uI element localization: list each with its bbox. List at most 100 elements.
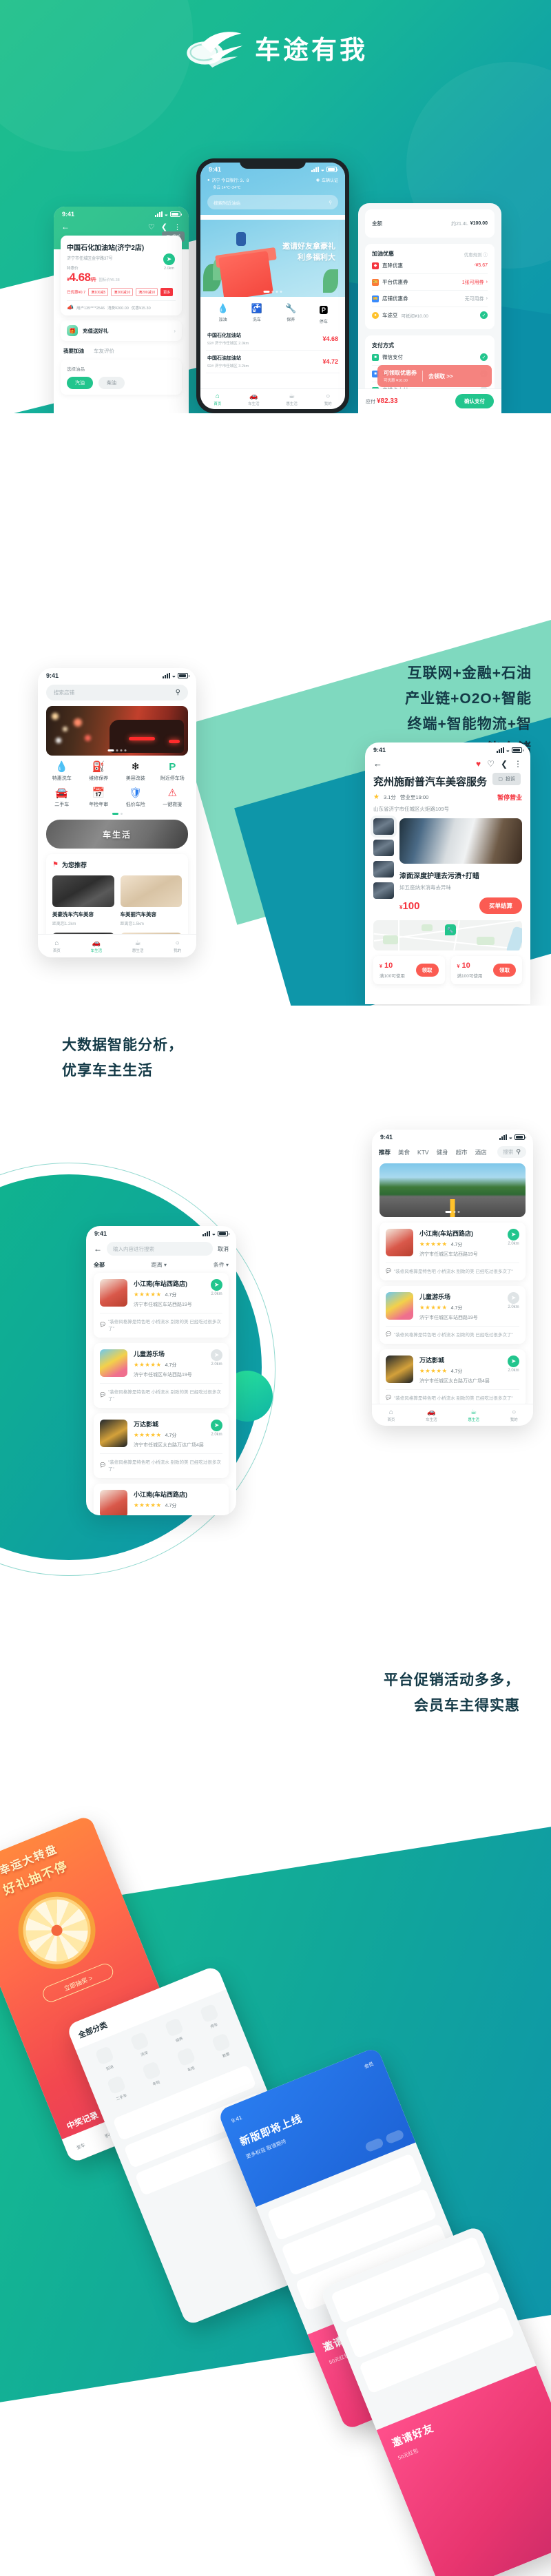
service-parking[interactable]: P 附近停车场 (154, 762, 191, 782)
product-image[interactable] (399, 818, 522, 864)
list-item[interactable]: 万达影城 ★★★★★ 4.7分 济宁市任城区太白路万达广场4层 ➤ 2.0km … (380, 1349, 526, 1407)
fuel-chip-diesel[interactable]: 柴油 (98, 377, 125, 389)
tab-home[interactable]: ⌂ 首页 (387, 1409, 395, 1422)
list-item[interactable]: 中国石油加油站 92# 济宁市任城区 3.2km ¥4.72 (206, 351, 340, 373)
quick-action-wash[interactable]: 🚰 洗车 (251, 303, 262, 324)
thumbnail[interactable] (373, 818, 394, 835)
tab-fitness[interactable]: 健身 (437, 1148, 448, 1156)
tab-huilife[interactable]: ☕ 惠生活 (132, 939, 144, 953)
category-cell[interactable]: 保养 (156, 2014, 196, 2048)
quick-action-fuel[interactable]: 💧 加油 (218, 303, 229, 324)
coupon-toast[interactable]: 可领取优惠券 可优惠 ¥10.00 去领取 >> (377, 365, 492, 387)
banner-pager[interactable] (445, 1211, 460, 1213)
heart-outline-icon[interactable]: ♡ (487, 759, 495, 769)
promo-tag[interactable]: 满200减10 (111, 288, 134, 296)
navigate-button[interactable]: ➤ 2.0km (508, 1292, 519, 1309)
navigate-button[interactable]: ➤ 2.0km (211, 1420, 222, 1437)
tab-food[interactable]: 美食 (398, 1148, 410, 1156)
category-cell[interactable]: 车险 (168, 2044, 208, 2078)
recharge-promo-row[interactable]: 🎁 充值送好礼 › (61, 320, 182, 341)
home-banner-carousel[interactable] (46, 706, 188, 756)
category-cell[interactable]: 加油 (86, 2042, 126, 2077)
tab-mine[interactable]: ○ 我的 (510, 1409, 518, 1422)
category-cell[interactable]: 二手车 (98, 2072, 138, 2106)
tab-huilife[interactable]: ☕ 惠生活 (468, 1409, 479, 1422)
service-usedcar[interactable]: 🚘 二手车 (43, 788, 81, 808)
more-dots-icon[interactable]: ⋮ (514, 759, 522, 769)
coupon-claim-button[interactable]: 领取 (415, 964, 439, 977)
search-input[interactable]: 搜索店铺 ⚲ (46, 685, 188, 700)
discount-rules-link[interactable]: 优惠规则 ⓘ (464, 251, 488, 258)
banner-pager[interactable] (263, 291, 282, 293)
back-arrow-icon[interactable]: ← (61, 222, 70, 231)
coupon-claim-button[interactable]: 领取 (493, 964, 516, 977)
list-item[interactable]: 中国石化加油站 92# 济宁市任城区 2.0km ¥4.68 (206, 328, 340, 351)
service-rescue[interactable]: ⚠ 一键救援 (154, 788, 191, 808)
more-dots-icon[interactable]: ⋮ (174, 222, 181, 231)
tab-ktv[interactable]: KTV (417, 1149, 429, 1156)
service-wash[interactable]: 💧 特惠洗车 (43, 762, 81, 782)
share-icon[interactable]: ❮ (501, 759, 508, 769)
discount-row-platform-coupon[interactable]: 🎫 平台优惠券 1张可用券 › (372, 274, 488, 291)
tab-huilife[interactable]: ☕ 惠生活 (286, 393, 298, 406)
quick-action-maint[interactable]: 🔧 保养 (285, 303, 296, 324)
service-maintenance[interactable]: ⛽ 维修保养 (81, 762, 118, 782)
category-cell[interactable]: 洗车 (121, 2028, 161, 2063)
navigate-button[interactable]: ➤ 2.0km (163, 253, 175, 271)
heart-outline-icon[interactable]: ♡ (148, 222, 155, 231)
service-inspection[interactable]: 📅 年检年审 (81, 788, 118, 808)
list-item[interactable]: 万达影城 ★★★★★ 4.7分 济宁市任城区太白路万达广场4层 ➤ 2.0km … (94, 1413, 229, 1478)
back-arrow-icon[interactable]: ← (94, 1244, 102, 1254)
report-tooltip[interactable]: ▢ 投诉 (492, 773, 521, 785)
discount-row-shop-coupon[interactable]: 🎫 店铺优惠券 无可用券 › (372, 291, 488, 307)
tab-mine[interactable]: ○ 我的 (324, 393, 332, 406)
discount-row-direct[interactable]: ◆ 直降优惠 -¥5.67 (372, 258, 488, 274)
recommend-item[interactable]: 美豪洗车汽车美容 距离您1.2km (52, 875, 114, 926)
tab-hotel[interactable]: 酒店 (475, 1148, 487, 1156)
banner-pager[interactable] (107, 749, 127, 751)
thumbnail[interactable] (373, 882, 394, 899)
promo-tag[interactable]: 满100减5 (88, 288, 109, 296)
tab-carlife[interactable]: 🚗 车生活 (426, 1409, 437, 1422)
fuel-chip-gasoline[interactable]: 汽油 (67, 377, 93, 389)
toast-action[interactable]: 去领取 >> (428, 373, 453, 380)
checkbox-checked-icon[interactable]: ✓ (480, 311, 488, 319)
invite-banner[interactable]: 邀请好友拿豪礼 利多福利大 (200, 220, 345, 297)
list-item[interactable]: 小江南(车站西路店) ★★★★★ 4.7分 济宁市任城区车站西路19号 ➤ 2.… (380, 1223, 526, 1280)
car-certification-button[interactable]: ◉ 车辆认证 (316, 177, 338, 183)
grid-pager[interactable] (38, 813, 196, 815)
scenery-banner[interactable] (380, 1163, 526, 1217)
tab-home[interactable]: ⌂ 首页 (214, 393, 221, 406)
thumbnail[interactable] (373, 840, 394, 856)
list-item[interactable]: 儿童游乐场 ★★★★★ 4.7分 济宁市任城区车站西路19号 ➤ 2.0km 💬… (94, 1343, 229, 1408)
tab-recommend[interactable]: 推荐 (379, 1148, 391, 1156)
quick-action-park[interactable]: 🅿 停车 (319, 303, 328, 324)
list-item[interactable]: 小江南(车站西路店) ★★★★★ 4.7分 济宁市任城区车站西路19号 ➤ 2.… (94, 1273, 229, 1338)
cancel-button[interactable]: 取消 (218, 1245, 229, 1253)
thumbnail[interactable] (373, 861, 394, 877)
tab-home[interactable]: ⌂ 首页 (53, 939, 61, 953)
promo-tag[interactable]: 满200减10 (136, 288, 158, 296)
navigate-button[interactable]: ➤ 2.0km (211, 1279, 222, 1296)
prize-wheel-icon[interactable] (6, 1880, 107, 1981)
heart-filled-icon[interactable]: ♥ (476, 759, 481, 769)
tab-refuel[interactable]: 我要加油 (63, 347, 84, 355)
carlife-banner[interactable]: 车生活 (46, 820, 188, 849)
navigate-button[interactable]: ➤ 2.0km (508, 1355, 519, 1373)
location-block[interactable]: ● 济宁 今日限行: 3、8 多云 14℃~24℃ (207, 177, 249, 191)
search-input[interactable]: 输入内容进行搜索 (107, 1242, 213, 1256)
back-arrow-icon[interactable]: ← (373, 758, 382, 769)
checkbox-checked-icon[interactable]: ✓ (480, 353, 488, 361)
category-cell[interactable]: 救援 (202, 2029, 242, 2064)
category-cell[interactable]: 年检 (133, 2057, 173, 2092)
confirm-pay-button[interactable]: 确认支付 (455, 394, 494, 408)
tab-carlife[interactable]: 🚗 车生活 (248, 393, 260, 406)
filter-distance[interactable]: 距离 ▾ (152, 1261, 167, 1269)
tab-reviews[interactable]: 车友评价 (94, 347, 114, 355)
share-icon[interactable]: ❮ (161, 222, 167, 231)
list-item[interactable]: 小江南(车站西路店) ★★★★★ 4.7分 (94, 1484, 229, 1515)
navigate-button[interactable]: ➤ 2.0km (508, 1229, 519, 1246)
tab-carlife[interactable]: 🚗 车生活 (91, 939, 103, 953)
pay-method-wechat[interactable]: ■ 微信支付 ✓ (372, 349, 488, 366)
navigate-button[interactable]: ➤ 2.0km (211, 1349, 222, 1367)
